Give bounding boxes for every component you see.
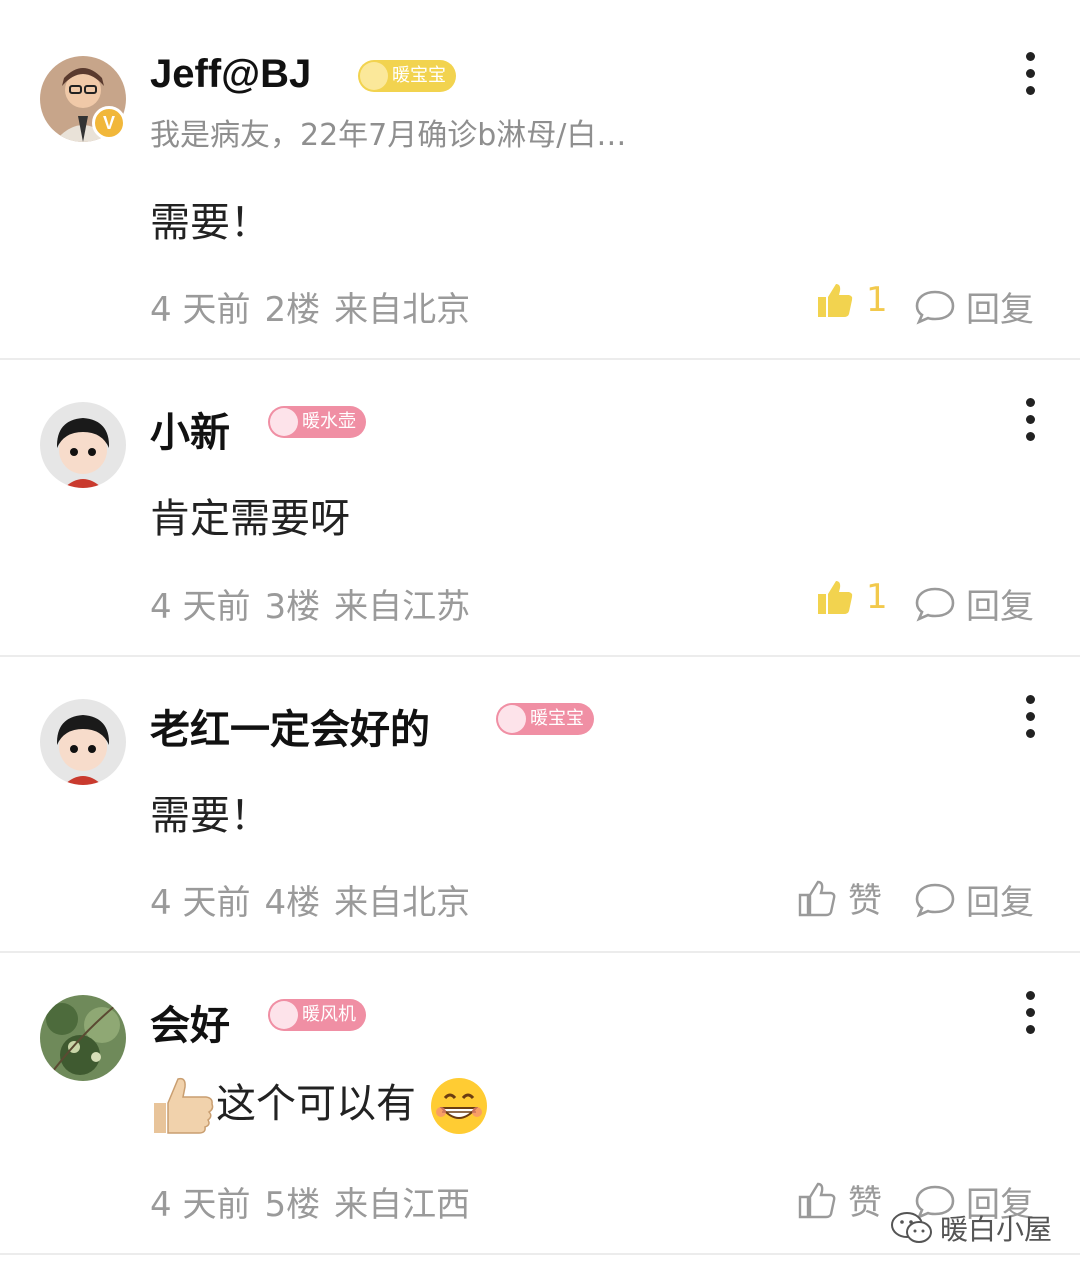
kettle-icon [270,408,298,436]
watermark: 暖白小屋 [890,1208,1052,1248]
reply-button[interactable]: 回复 [914,875,1034,924]
avatar[interactable] [40,995,126,1081]
comment-time: 4 天前 [150,1185,251,1225]
comment-meta: 4 天前 2楼 来自北京 [150,282,484,331]
comment-text: 需要！ [150,793,270,839]
comment-location: 来自江西 [334,1185,471,1225]
avatar[interactable] [40,402,126,488]
reply-label: 回复 [966,290,1034,330]
username[interactable]: 会好 [150,993,230,1051]
username[interactable]: 老红一定会好的 [150,697,430,755]
like-button[interactable]: 1 [814,577,888,617]
comment-location: 来自江苏 [334,587,471,627]
comment-time: 4 天前 [150,883,251,923]
like-label: 赞 [848,881,882,921]
grinning-face-emoji-icon [430,1078,487,1134]
comment-item: V Jeff@BJ 暖宝宝 我是病友，22年7月确诊b淋母/白… 需要！ 4 天… [0,0,1080,358]
comment-text: 需要！ [150,200,270,246]
comment-bubble-icon [915,290,955,325]
like-count: 1 [866,577,888,617]
comment-text-body: 这个可以有 [216,1081,416,1127]
divider [0,1253,1080,1255]
comment-text: 肯定需要呀 [150,496,350,542]
more-dots-icon[interactable] [1020,991,1040,1042]
reply-label: 回复 [966,587,1034,627]
more-dots-icon[interactable] [1020,695,1040,746]
comment-floor: 3楼 [264,587,321,627]
comment-location: 来自北京 [334,290,471,330]
comment-bubble-icon [915,587,955,622]
username[interactable]: Jeff@BJ [150,52,311,97]
verified-icon: V [92,106,126,140]
thumb-up-icon [798,880,836,916]
like-count: 1 [866,280,888,320]
user-bio: 我是病友，22年7月确诊b淋母/白… [150,118,627,153]
comment-floor: 5楼 [264,1185,321,1225]
comment-item: 小新 暖水壶 肯定需要呀 4 天前 3楼 来自江苏 1 回复 [0,360,1080,655]
thumb-up-icon [798,1182,836,1218]
comment-bubble-icon [915,883,955,918]
more-dots-icon[interactable] [1020,398,1040,449]
fan-heater-icon [270,1001,298,1029]
comment-floor: 2楼 [264,290,321,330]
comment-text: 这个可以有 [150,1071,489,1139]
user-badge: 暖宝宝 [496,703,594,735]
reply-button[interactable]: 回复 [914,282,1034,331]
tshirt-icon [360,62,388,90]
reply-button[interactable]: 回复 [914,579,1034,628]
thumb-up-icon [818,284,853,317]
like-button[interactable]: 1 [814,280,888,320]
like-label: 赞 [848,1183,882,1223]
avatar[interactable] [40,699,126,785]
watermark-text: 暖白小屋 [940,1213,1053,1246]
thumbs-up-emoji-icon [154,1077,214,1134]
comment-location: 来自北京 [334,883,471,923]
like-button[interactable]: 赞 [796,1175,882,1224]
wechat-icon [891,1212,932,1243]
like-button[interactable]: 赞 [796,873,882,922]
more-dots-icon[interactable] [1020,52,1040,103]
comment-item: 老红一定会好的 暖宝宝 需要！ 4 天前 4楼 来自北京 赞 回复 [0,657,1080,951]
username[interactable]: 小新 [150,400,230,458]
user-badge: 暖宝宝 [358,60,456,92]
thumb-up-icon [818,581,853,614]
reply-label: 回复 [966,883,1034,923]
hand-warmer-icon [498,705,526,733]
comment-meta: 4 天前 5楼 来自江西 [150,1177,484,1226]
comment-time: 4 天前 [150,587,251,627]
comment-meta: 4 天前 3楼 来自江苏 [150,579,484,628]
user-badge: 暖风机 [268,999,366,1031]
comment-time: 4 天前 [150,290,251,330]
user-badge: 暖水壶 [268,406,366,438]
comment-floor: 4楼 [264,883,321,923]
comment-meta: 4 天前 4楼 来自北京 [150,875,484,924]
